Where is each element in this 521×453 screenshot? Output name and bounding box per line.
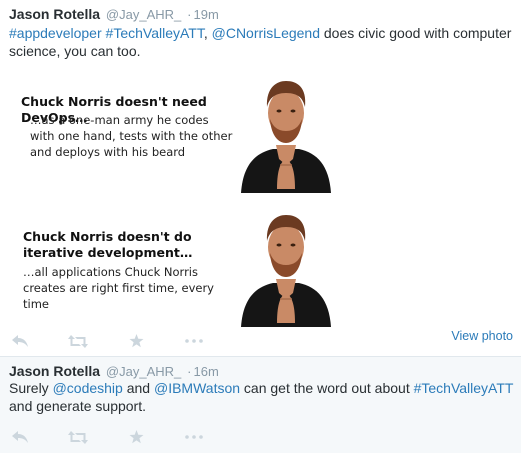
slide-body: …all applications Chuck Norris creates a… — [23, 265, 214, 311]
timestamp[interactable]: 16m — [194, 364, 219, 379]
reply-icon[interactable] — [9, 333, 31, 349]
tweet-text-segment: and generate support. — [9, 398, 146, 414]
username[interactable]: @Jay_AHR_ — [106, 364, 181, 379]
tweet-header: Jason Rotella @Jay_AHR_ · 19m — [9, 6, 219, 23]
fullname[interactable]: Jason Rotella — [9, 363, 100, 379]
favorite-icon[interactable] — [125, 333, 147, 349]
tweet-1[interactable]: Jason Rotella @Jay_AHR_ · 19m #appdevelop… — [0, 0, 521, 357]
mention-link[interactable]: @CNorrisLegend — [212, 25, 320, 41]
reply-icon[interactable] — [9, 429, 31, 445]
tweet-text-segment: , — [203, 25, 212, 41]
mention-link[interactable]: @IBMWatson — [154, 380, 240, 396]
more-icon[interactable] — [183, 333, 205, 349]
media-photo[interactable]: Chuck Norris doesn't need DevOps… …as a … — [9, 67, 514, 327]
retweet-icon[interactable] — [67, 429, 89, 445]
chuck-norris-photo — [241, 81, 331, 193]
slide-panel: Chuck Norris doesn't do iterative develo… — [9, 197, 514, 327]
tweet-2[interactable]: Jason Rotella @Jay_AHR_ · 16m Surely @cod… — [0, 357, 521, 453]
slide-body: …as a one-man army he codes with one han… — [30, 113, 233, 159]
hashtag-link[interactable]: #appdeveloper — [9, 25, 102, 41]
view-photo-link[interactable]: View photo — [451, 329, 513, 343]
tweet-text-segment: can get the word out about — [240, 380, 414, 396]
retweet-icon[interactable] — [67, 333, 89, 349]
tweet-text: #appdeveloper #TechValleyATT, @CNorrisLe… — [9, 24, 514, 60]
fullname[interactable]: Jason Rotella — [9, 6, 100, 22]
hashtag-link[interactable]: #TechValleyATT — [414, 380, 514, 396]
tweet-actions — [9, 428, 241, 446]
tweet-text: Surely @codeship and @IBMWatson can get … — [9, 379, 514, 415]
separator-dot: · — [187, 364, 192, 379]
slide-title: Chuck Norris doesn't do iterative develo… — [23, 229, 193, 260]
tweet-actions — [9, 332, 241, 350]
timestamp[interactable]: 19m — [194, 7, 219, 22]
mention-link[interactable]: @codeship — [53, 380, 123, 396]
favorite-icon[interactable] — [125, 429, 147, 445]
hashtag-link[interactable]: #TechValleyATT — [106, 25, 204, 41]
more-icon[interactable] — [183, 429, 205, 445]
tweet-text-segment: and — [122, 380, 154, 396]
tweet-text-segment: Surely — [9, 380, 53, 396]
chuck-norris-photo — [241, 215, 331, 327]
separator-dot: · — [187, 7, 192, 22]
username[interactable]: @Jay_AHR_ — [106, 7, 181, 22]
slide-panel: Chuck Norris doesn't need DevOps… …as a … — [9, 67, 514, 195]
tweet-header: Jason Rotella @Jay_AHR_ · 16m — [9, 363, 219, 380]
